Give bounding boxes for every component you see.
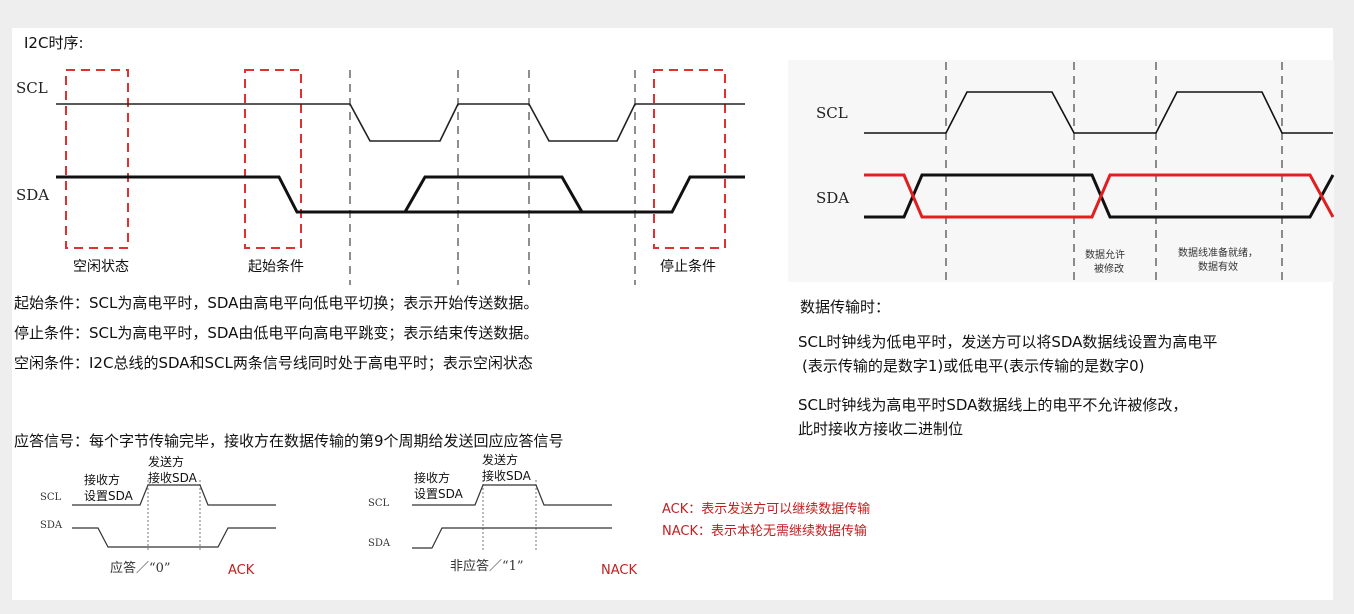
idle-state-label: 空闲状态 [73, 259, 129, 275]
ack-sender-label-2: 接收SDA [148, 470, 198, 485]
idle-condition-description: 空闲条件：I2C总线的SDA和SCL两条信号线同时处于高电平时；表示空闲状态 [14, 354, 533, 372]
transfer-para1-line2: (表示传输的是数字1)或低电平(表示传输的是数字0) [802, 357, 1145, 375]
sda-data-bit [403, 175, 584, 213]
nack-sender-label-2: 接收SDA [482, 468, 532, 483]
start-condition-description: 起始条件：SCL为高电平时，SDA由高电平向低电平切换；表示开始传送数据。 [14, 294, 539, 312]
start-box [244, 69, 302, 249]
ack-heading: 应答信号：每个字节传输完毕，接收方在数据传输的第9个周期给发送回应应答信号 [14, 432, 564, 450]
ack-legend: ACK：表示发送方可以继续数据传输 [662, 502, 871, 517]
transfer-heading: 数据传输时： [800, 298, 891, 316]
ack-sender-label-1: 发送方 [148, 454, 184, 469]
main-timing-diagram: SCL SDA 空闲状态 起始条件 停止条件 [16, 69, 745, 285]
data-transfer-diagram: SCL SDA 数据允许 被修改 数据线准备就绪， 数据有效 [788, 60, 1334, 282]
note-data-valid-1: 数据线准备就绪， [1178, 246, 1258, 259]
ack-tag: ACK [228, 563, 255, 578]
scl-waveform [56, 103, 745, 142]
note-data-modifiable-2: 被修改 [1094, 262, 1124, 275]
scl-label: SCL [16, 79, 48, 97]
nack-caption: 非应答／“1” [450, 558, 524, 574]
nack-scl-label: SCL [368, 498, 390, 509]
condition-boxes [65, 69, 726, 249]
nack-sda-label: SDA [368, 538, 391, 549]
transfer-scl-label: SCL [816, 104, 848, 122]
ack-diagram: SCL SDA 接收方 设置SDA 发送方 接收SDA 应答／“0” ACK [40, 454, 276, 578]
nack-receiver-label-2: 设置SDA [414, 487, 464, 501]
start-condition-label: 起始条件 [248, 258, 304, 275]
transfer-sda-label: SDA [816, 189, 849, 207]
nack-receiver-label-1: 接收方 [414, 470, 450, 485]
idle-box [65, 69, 129, 249]
sda-waveform [56, 175, 745, 214]
nack-sda-waveform [412, 527, 612, 549]
nack-legend: NACK：表示本轮无需继续数据传输 [662, 524, 867, 539]
transfer-para2-line2: 此时接收方接收二进制位 [798, 420, 964, 438]
ack-receiver-label-1: 接收方 [84, 472, 120, 487]
note-data-modifiable-1: 数据允许 [1085, 248, 1125, 261]
stop-condition-description: 停止条件：SCL为高电平时，SDA由低电平向高电平跳变；表示结束传送数据。 [14, 324, 539, 342]
nack-sender-label-1: 发送方 [482, 452, 518, 467]
i2c-timing-figure: I2C时序: SCL SDA 空闲状态 起始条件 停止条件 起始条件：SCL为高… [0, 0, 1354, 614]
transfer-para1-line1: SCL时钟线为低电平时，发送方可以将SDA数据线设置为高电平 [798, 333, 1218, 351]
stop-box [653, 69, 726, 249]
ack-caption: 应答／“0” [110, 560, 171, 576]
ack-receiver-label-2: 设置SDA [84, 489, 134, 503]
nack-tag: NACK [601, 563, 637, 578]
ack-sda-label: SDA [40, 520, 63, 531]
ack-sda-waveform [72, 527, 276, 548]
sda-label: SDA [16, 186, 49, 204]
ack-scl-label: SCL [40, 492, 62, 503]
stop-condition-label: 停止条件 [660, 258, 716, 275]
note-data-valid-2: 数据有效 [1198, 260, 1238, 273]
nack-diagram: SCL SDA 接收方 设置SDA 发送方 接收SDA 非应答／“1” NACK [368, 452, 637, 578]
transfer-para2-line1: SCL时钟线为高电平时SDA数据线上的电平不允许被修改， [798, 396, 1188, 414]
